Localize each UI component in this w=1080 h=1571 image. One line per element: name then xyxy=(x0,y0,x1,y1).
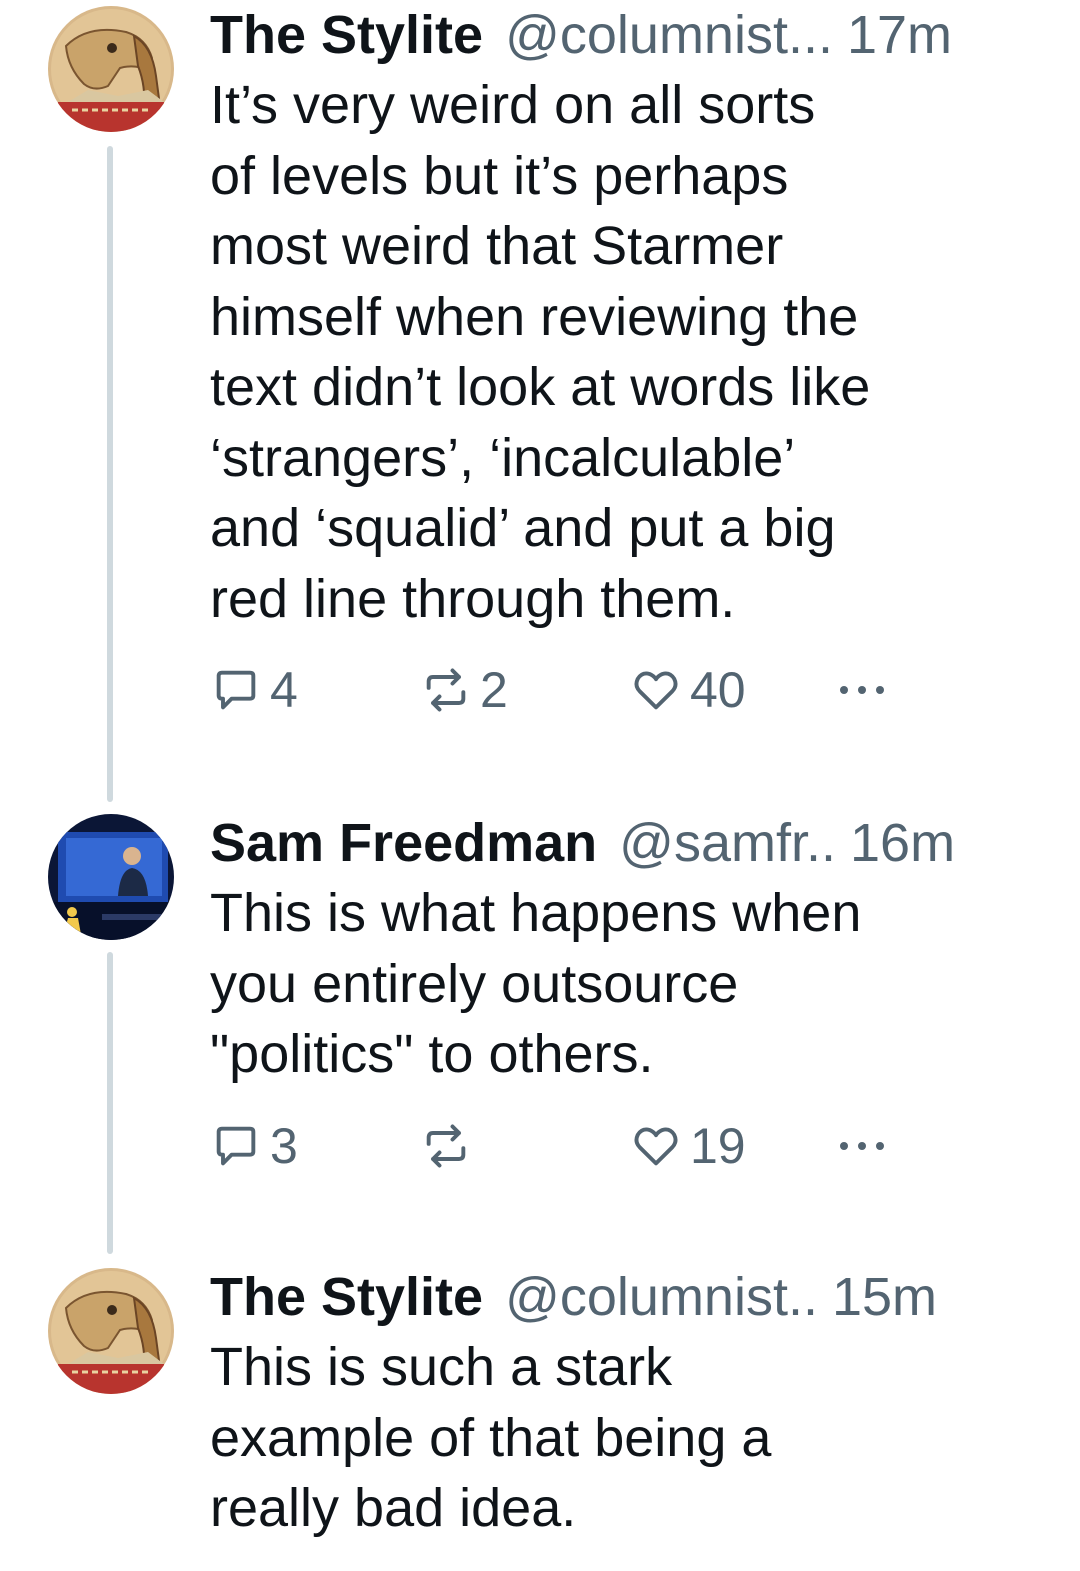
repost-icon xyxy=(426,668,466,712)
post-text-line: and ‘squalid’ and put a big xyxy=(210,498,836,558)
author-handle[interactable]: @samfr.. xyxy=(619,808,836,878)
post-actions: 3 19 xyxy=(210,1116,1050,1176)
reply-button[interactable]: 3 xyxy=(210,1116,298,1176)
post[interactable]: The Stylite @columnist.. 15m This is suc… xyxy=(210,1262,1050,1544)
post-text-line: really bad idea. xyxy=(210,1478,577,1538)
avatar[interactable] xyxy=(48,6,174,132)
reply-button[interactable]: 4 xyxy=(210,660,298,720)
post-text-line: This is such a stark xyxy=(210,1337,673,1397)
post-text-line: It’s very weird on all sorts xyxy=(210,75,816,135)
author-handle[interactable]: @columnist.. xyxy=(505,1262,818,1332)
post-actions: 4 2 40 xyxy=(210,660,1050,720)
thread-connector-line xyxy=(107,952,113,1254)
post-timestamp[interactable]: 16m xyxy=(850,808,955,878)
ellipsis-icon xyxy=(840,686,884,694)
repost-icon xyxy=(426,1124,466,1167)
post-text-line: himself when reviewing the xyxy=(210,286,859,347)
reply-icon xyxy=(216,670,256,710)
post-text-line: you entirely outsource xyxy=(210,953,739,1014)
thread-connector-line xyxy=(107,146,113,802)
post-text: This is what happens when you entirely o… xyxy=(210,878,1050,1090)
repost-count: 2 xyxy=(480,662,508,718)
avatar[interactable] xyxy=(48,814,174,940)
post-text-line: red line through them. xyxy=(210,568,736,629)
post-text-line: text didn’t look at words like xyxy=(210,357,871,417)
post-text-line: most weird that Starmer xyxy=(210,216,784,276)
more-options-button[interactable] xyxy=(832,1116,892,1176)
more-options-button[interactable] xyxy=(832,660,892,720)
post-text: It’s very weird on all sorts of levels b… xyxy=(210,70,1050,634)
reply-thread: The Stylite @columnist... 17m It’s very … xyxy=(0,0,1080,1571)
like-count: 19 xyxy=(690,1117,746,1174)
post[interactable]: Sam Freedman @samfr.. 16m This is what h… xyxy=(210,808,1050,1176)
like-count: 40 xyxy=(690,662,746,718)
repost-button[interactable]: 2 xyxy=(420,660,508,720)
post-header: The Stylite @columnist.. 15m xyxy=(210,1262,1050,1332)
post-header: The Stylite @columnist... 17m xyxy=(210,0,1050,70)
post-text-line: This is what happens when xyxy=(210,883,862,943)
heart-icon xyxy=(634,1127,678,1165)
repost-button[interactable] xyxy=(420,1116,480,1176)
ellipsis-icon xyxy=(840,1141,884,1150)
like-button[interactable]: 19 xyxy=(630,1116,746,1176)
post-text: This is such a stark example of that bei… xyxy=(210,1332,1050,1544)
reply-count: 3 xyxy=(270,1117,298,1174)
post-text-line: of levels but it’s perhaps xyxy=(210,145,789,206)
author-name[interactable]: The Stylite xyxy=(210,1262,483,1332)
post[interactable]: The Stylite @columnist... 17m It’s very … xyxy=(210,0,1050,720)
post-timestamp[interactable]: 15m xyxy=(832,1262,937,1332)
avatar[interactable] xyxy=(48,1268,174,1394)
post-text-line: "politics" to others. xyxy=(210,1024,654,1084)
reply-count: 4 xyxy=(270,662,298,718)
author-handle[interactable]: @columnist... xyxy=(505,0,833,70)
like-button[interactable]: 40 xyxy=(630,660,746,720)
post-text-line: ‘strangers’, ‘incalculable’ xyxy=(210,427,796,488)
post-timestamp[interactable]: 17m xyxy=(847,0,952,70)
author-name[interactable]: The Stylite xyxy=(210,0,483,70)
post-text-line: example of that being a xyxy=(210,1407,772,1468)
author-name[interactable]: Sam Freedman xyxy=(210,808,597,878)
reply-icon xyxy=(216,1126,256,1165)
heart-icon xyxy=(634,671,678,710)
post-header: Sam Freedman @samfr.. 16m xyxy=(210,808,1050,878)
